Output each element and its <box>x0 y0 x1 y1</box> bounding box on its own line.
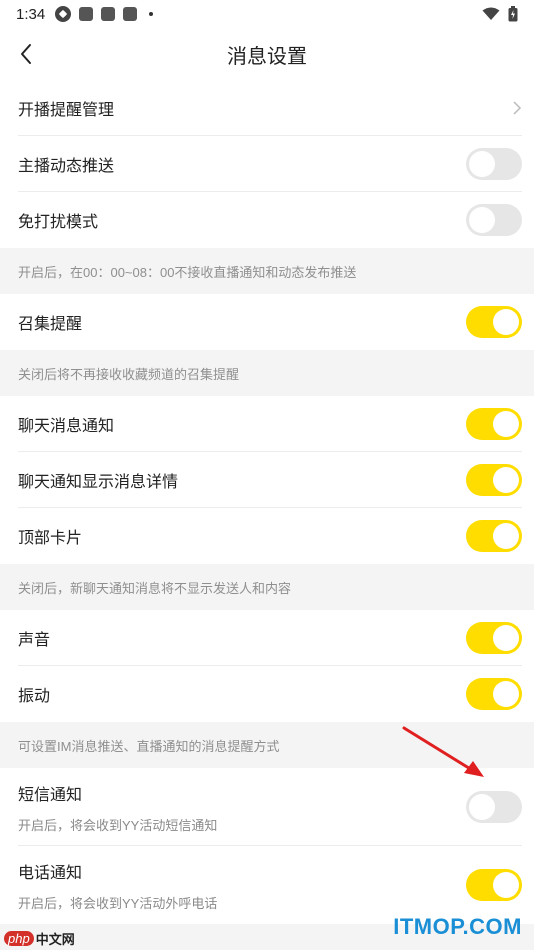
toggle-knob <box>493 872 519 898</box>
phone-toggle[interactable] <box>466 869 522 901</box>
sms-label: 短信通知 <box>18 786 83 804</box>
notification-icon <box>101 7 116 21</box>
anchor-push-row: 主播动态推送 <box>0 136 534 192</box>
rally-reminder-row: 召集提醒 <box>0 294 534 350</box>
top-card-row: 顶部卡片 <box>0 508 534 564</box>
sound-label: 声音 <box>18 632 51 649</box>
wifi-icon <box>482 7 500 20</box>
rally-label: 召集提醒 <box>18 316 83 333</box>
top-card-toggle[interactable] <box>466 520 522 552</box>
vibrate-toggle[interactable] <box>466 678 522 710</box>
app-notification-icon <box>55 6 72 22</box>
toggle-knob <box>493 411 519 437</box>
chat-note: 关闭后，新聊天通知消息将不显示发送人和内容 <box>0 564 534 610</box>
sound-row: 声音 <box>0 610 534 666</box>
dnd-label: 免打扰模式 <box>18 214 99 231</box>
chevron-right-icon <box>513 101 522 115</box>
anchor-push-label: 主播动态推送 <box>18 158 115 175</box>
notification-icon <box>123 7 138 21</box>
sms-subtitle: 开启后，将会收到YY活动短信通知 <box>18 817 218 833</box>
status-bar: 1:34 <box>0 0 534 28</box>
toggle-knob <box>493 681 519 707</box>
php-cn-text: 中文网 <box>35 932 75 947</box>
top-card-label: 顶部卡片 <box>18 530 83 547</box>
chat-detail-toggle[interactable] <box>466 464 522 496</box>
chat-notify-toggle[interactable] <box>466 408 522 440</box>
notification-icon <box>79 7 94 21</box>
page-title: 消息设置 <box>227 45 307 68</box>
vibrate-label: 振动 <box>18 688 51 705</box>
back-button[interactable] <box>12 40 40 68</box>
live-reminder-management-row[interactable]: 开播提醒管理 <box>0 80 534 136</box>
toggle-knob <box>469 207 495 233</box>
rally-note: 关闭后将不再接收收藏频道的召集提醒 <box>0 350 534 396</box>
vibrate-row: 振动 <box>0 666 534 722</box>
toggle-knob <box>493 467 519 493</box>
anchor-push-toggle[interactable] <box>466 148 522 180</box>
dnd-toggle[interactable] <box>466 204 522 236</box>
rally-toggle[interactable] <box>466 306 522 338</box>
phone-subtitle: 开启后，将会收到YY活动外呼电话 <box>18 895 218 911</box>
dnd-note: 开启后，在00：00~08：00不接收直播通知和动态发布推送 <box>0 248 534 294</box>
toggle-knob <box>469 794 495 820</box>
more-notifications-icon <box>149 12 154 16</box>
php-cn-watermark: php 中文网 <box>4 929 75 948</box>
chat-detail-row: 聊天通知显示消息详情 <box>0 452 534 508</box>
battery-icon <box>508 6 518 22</box>
toggle-knob <box>493 523 519 549</box>
itmop-watermark: ITMOP.COM <box>393 914 522 939</box>
live-reminder-label: 开播提醒管理 <box>18 102 115 119</box>
chat-notify-row: 聊天消息通知 <box>0 396 534 452</box>
sound-toggle[interactable] <box>466 622 522 654</box>
top-navigation-bar: 消息设置 <box>0 28 534 80</box>
status-time: 1:34 <box>16 5 46 23</box>
php-badge: php <box>4 931 34 946</box>
do-not-disturb-row: 免打扰模式 <box>0 192 534 248</box>
chat-detail-label: 聊天通知显示消息详情 <box>18 474 179 491</box>
sms-toggle[interactable] <box>466 791 522 823</box>
chat-notify-label: 聊天消息通知 <box>18 418 115 435</box>
toggle-knob <box>493 309 519 335</box>
toggle-knob <box>469 151 495 177</box>
chevron-left-icon <box>21 44 31 64</box>
toggle-knob <box>493 625 519 651</box>
annotation-arrow-icon <box>402 726 484 777</box>
phone-notify-row: 电话通知 开启后，将会收到YY活动外呼电话 <box>0 846 534 924</box>
phone-label: 电话通知 <box>18 864 83 882</box>
